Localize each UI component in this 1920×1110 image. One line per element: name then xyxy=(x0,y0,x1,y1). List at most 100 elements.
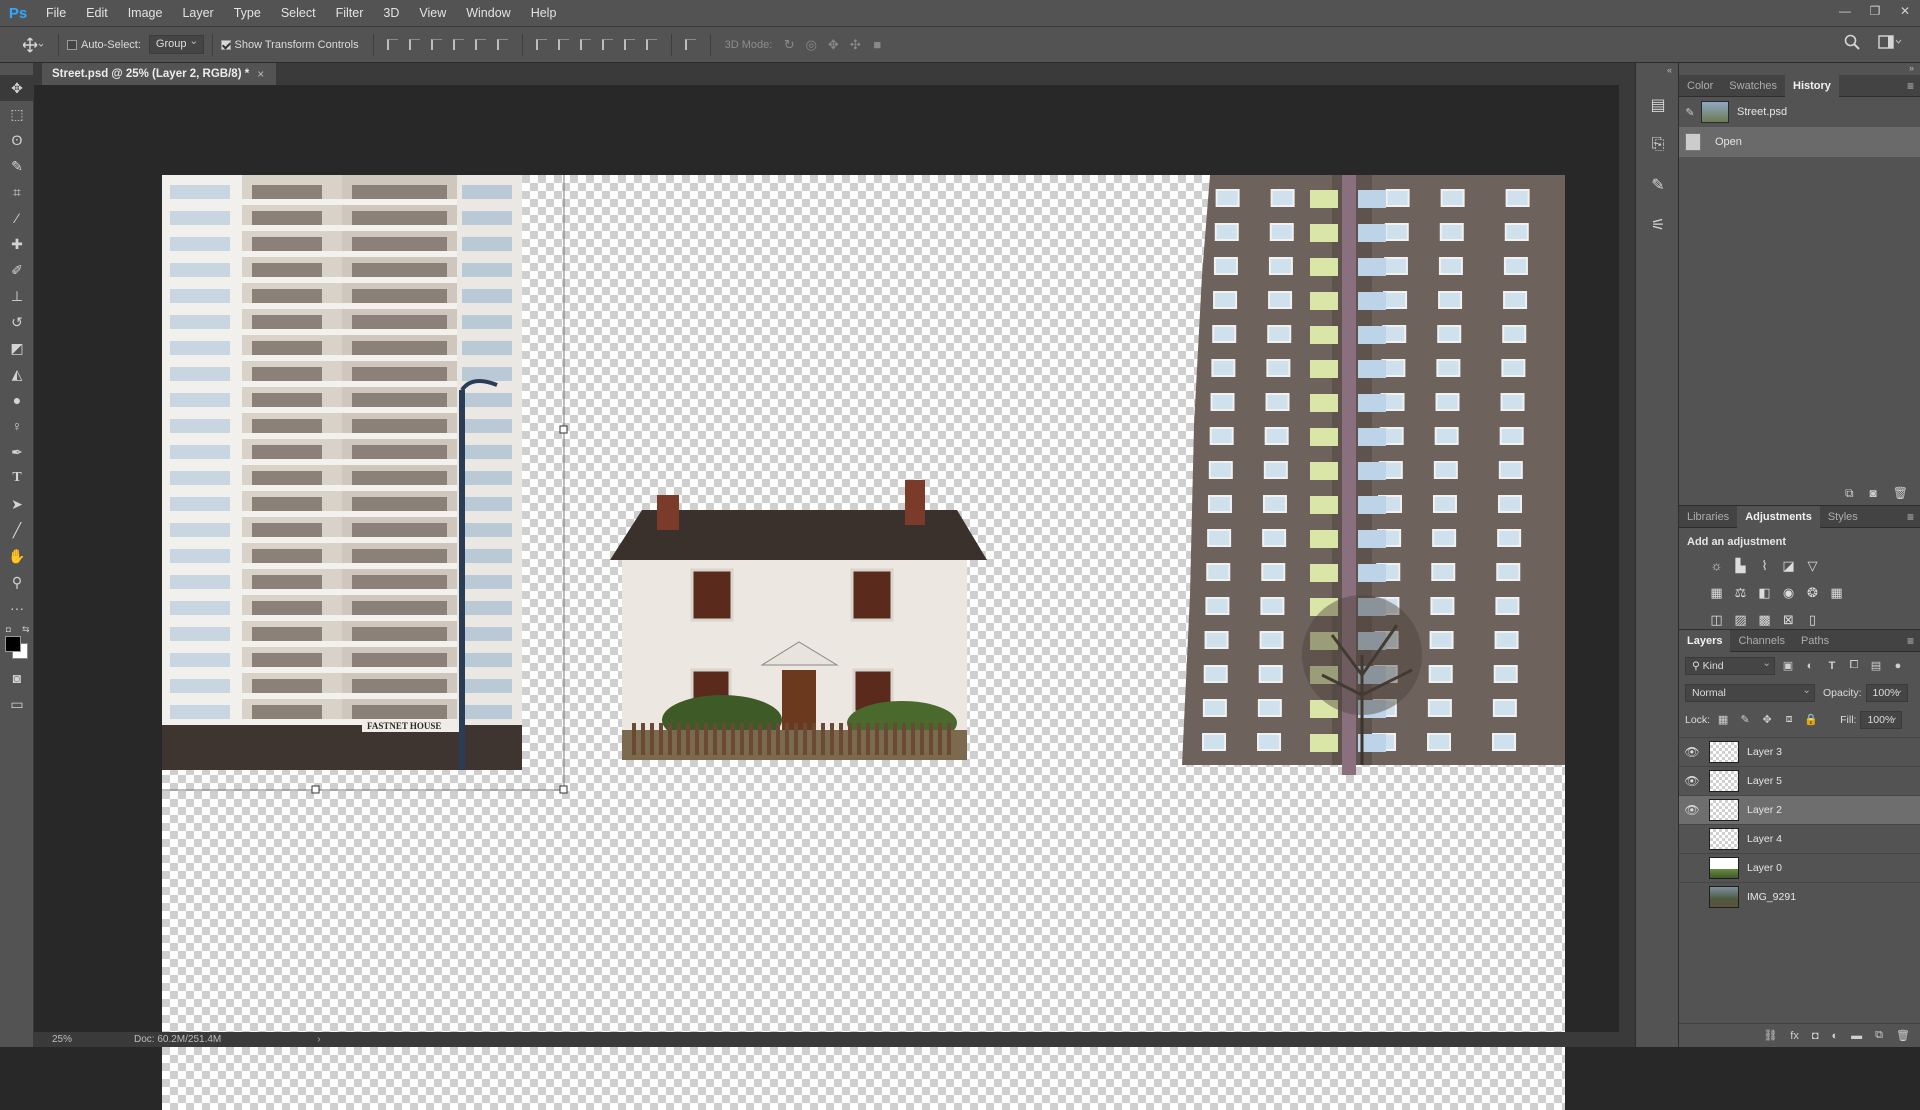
filter-shape-layers-icon[interactable]: ⧠ xyxy=(1845,657,1863,675)
vibrance-icon[interactable]: ▽ xyxy=(1803,556,1822,575)
restore-button[interactable]: ❐ xyxy=(1860,0,1890,22)
lock-artboard-icon[interactable]: ⧈ xyxy=(1780,711,1798,729)
auto-align-layers-icon[interactable] xyxy=(680,34,702,56)
healing-brush-tool-icon[interactable]: ✚ xyxy=(0,231,34,257)
levels-icon[interactable]: ▙ xyxy=(1731,556,1750,575)
layer-thumbnail[interactable] xyxy=(1709,857,1739,879)
align-bottom-edges-icon[interactable] xyxy=(426,34,448,56)
filter-adjustment-layers-icon[interactable]: ◐ xyxy=(1801,657,1819,675)
layer-row[interactable]: 👁 Layer 3 xyxy=(1679,737,1920,766)
link-layers-icon[interactable]: ⛓ xyxy=(1763,1029,1777,1042)
document-tab[interactable]: Street.psd @ 25% (Layer 2, RGB/8) * × xyxy=(42,63,277,85)
align-top-edges-icon[interactable] xyxy=(382,34,404,56)
hand-tool-icon[interactable]: ✋ xyxy=(0,543,34,569)
menu-file[interactable]: File xyxy=(36,0,76,27)
document-canvas[interactable]: FASTNET HOUSE xyxy=(162,175,1565,1110)
lock-image-pixels-icon[interactable]: ✎ xyxy=(1736,711,1754,729)
layer-row[interactable]: 👁 Layer 2 xyxy=(1679,795,1920,824)
menu-select[interactable]: Select xyxy=(271,0,326,27)
zoom-tool-icon[interactable]: ⚲ xyxy=(0,569,34,595)
brightness-contrast-icon[interactable]: ☼ xyxy=(1707,556,1726,575)
align-horizontal-centers-icon[interactable] xyxy=(470,34,492,56)
rectangular-marquee-tool-icon[interactable]: ⬚ xyxy=(0,101,34,127)
menu-help[interactable]: Help xyxy=(521,0,567,27)
line-tool-icon[interactable]: ╱ xyxy=(0,517,34,543)
panel-menu-icon[interactable]: ≡ xyxy=(1907,634,1914,648)
foreground-color-swatch[interactable] xyxy=(5,636,21,652)
filter-toggle-icon[interactable]: ● xyxy=(1889,657,1907,675)
layer-row[interactable]: 👁 Layer 5 xyxy=(1679,766,1920,795)
layer-name[interactable]: IMG_9291 xyxy=(1747,891,1796,903)
crop-tool-icon[interactable]: ⌗ xyxy=(0,179,34,205)
tab-libraries[interactable]: Libraries xyxy=(1679,506,1737,528)
distribute-bottom-edges-icon[interactable] xyxy=(575,34,597,56)
layer-name[interactable]: Layer 3 xyxy=(1747,746,1782,758)
add-layer-mask-icon[interactable]: ◘ xyxy=(1812,1030,1819,1042)
photo-filter-icon[interactable]: ◉ xyxy=(1779,583,1798,602)
eraser-tool-icon[interactable]: ◩ xyxy=(0,335,34,361)
layer-thumbnail[interactable] xyxy=(1709,799,1739,821)
paint-bucket-tool-icon[interactable]: ◭ xyxy=(0,361,34,387)
distribute-vertical-centers-icon[interactable] xyxy=(553,34,575,56)
layer-name[interactable]: Layer 2 xyxy=(1747,804,1782,816)
filter-pixel-layers-icon[interactable]: ▣ xyxy=(1779,657,1797,675)
tab-styles[interactable]: Styles xyxy=(1820,506,1866,528)
invert-icon[interactable]: ◫ xyxy=(1707,610,1726,629)
add-layer-style-icon[interactable]: fx xyxy=(1790,1030,1799,1042)
filter-smart-objects-icon[interactable]: ▤ xyxy=(1867,657,1885,675)
filter-type-layers-icon[interactable]: T xyxy=(1823,657,1841,675)
close-document-icon[interactable]: × xyxy=(257,63,264,85)
curves-icon[interactable]: ⌇ xyxy=(1755,556,1774,575)
eyedropper-tool-icon[interactable]: ⁄ xyxy=(0,205,34,231)
distribute-horizontal-centers-icon[interactable] xyxy=(619,34,641,56)
menu-filter[interactable]: Filter xyxy=(326,0,374,27)
align-left-edges-icon[interactable] xyxy=(448,34,470,56)
screen-mode-icon[interactable]: ▭ xyxy=(0,691,34,717)
channel-mixer-icon[interactable]: ❂ xyxy=(1803,583,1822,602)
lock-all-icon[interactable]: 🔒 xyxy=(1802,711,1820,729)
auto-select-checkbox[interactable] xyxy=(67,39,77,50)
menu-layer[interactable]: Layer xyxy=(172,0,223,27)
new-document-from-state-icon[interactable]: ⧉ xyxy=(1845,486,1854,501)
tab-paths[interactable]: Paths xyxy=(1793,630,1837,652)
history-brush-source-icon[interactable]: ✎ xyxy=(1679,106,1701,119)
new-adjustment-layer-icon[interactable]: ◐ xyxy=(1832,1030,1839,1042)
3d-pan-icon[interactable]: ✥ xyxy=(822,34,844,56)
tab-history[interactable]: History xyxy=(1785,74,1839,97)
tab-channels[interactable]: Channels xyxy=(1730,630,1792,652)
color-balance-icon[interactable]: ⚖ xyxy=(1731,583,1750,602)
quick-mask-icon[interactable]: ◙ xyxy=(0,665,34,691)
history-snapshot[interactable]: ✎ Street.psd xyxy=(1679,97,1920,127)
menu-type[interactable]: Type xyxy=(224,0,271,27)
lock-transparent-pixels-icon[interactable]: ▦ xyxy=(1714,711,1732,729)
menu-view[interactable]: View xyxy=(409,0,456,27)
edit-toolbar-icon[interactable]: ··· xyxy=(0,595,34,621)
status-menu-arrow[interactable]: › xyxy=(317,1034,320,1045)
path-selection-tool-icon[interactable]: ➤ xyxy=(0,491,34,517)
distribute-left-edges-icon[interactable] xyxy=(597,34,619,56)
zoom-level[interactable]: 25% xyxy=(34,1034,94,1045)
new-snapshot-icon[interactable]: ◙ xyxy=(1870,486,1877,500)
layer-name[interactable]: Layer 4 xyxy=(1747,833,1782,845)
threshold-icon[interactable]: ▩ xyxy=(1755,610,1774,629)
distribute-right-edges-icon[interactable] xyxy=(641,34,663,56)
move-tool-icon[interactable]: ✥ xyxy=(0,75,34,101)
auto-select-target-dropdown[interactable]: Group xyxy=(148,33,204,54)
collapse-panels-icon[interactable]: « xyxy=(1636,63,1678,85)
align-vertical-centers-icon[interactable] xyxy=(404,34,426,56)
dodge-tool-icon[interactable]: ♀ xyxy=(0,413,34,439)
opacity-field[interactable]: 100% xyxy=(1865,682,1908,702)
adjustment-settings-icon[interactable]: ⚟ xyxy=(1636,205,1680,245)
layer-row[interactable]: IMG_9291 xyxy=(1679,882,1920,911)
tab-layers[interactable]: Layers xyxy=(1679,629,1731,652)
expand-panels-icon[interactable]: » xyxy=(1679,63,1920,75)
menu-window[interactable]: Window xyxy=(456,0,520,27)
brush-tool-icon[interactable]: ✐ xyxy=(0,257,34,283)
properties-panel-icon[interactable]: ▤ xyxy=(1636,85,1680,125)
new-layer-icon[interactable]: ⧉ xyxy=(1875,1029,1883,1042)
visibility-eye-icon[interactable]: 👁 xyxy=(1679,745,1705,759)
show-transform-controls-checkbox[interactable] xyxy=(220,39,231,50)
black-white-icon[interactable]: ◧ xyxy=(1755,583,1774,602)
tab-adjustments[interactable]: Adjustments xyxy=(1737,505,1820,528)
fill-field[interactable]: 100% xyxy=(1860,709,1903,729)
